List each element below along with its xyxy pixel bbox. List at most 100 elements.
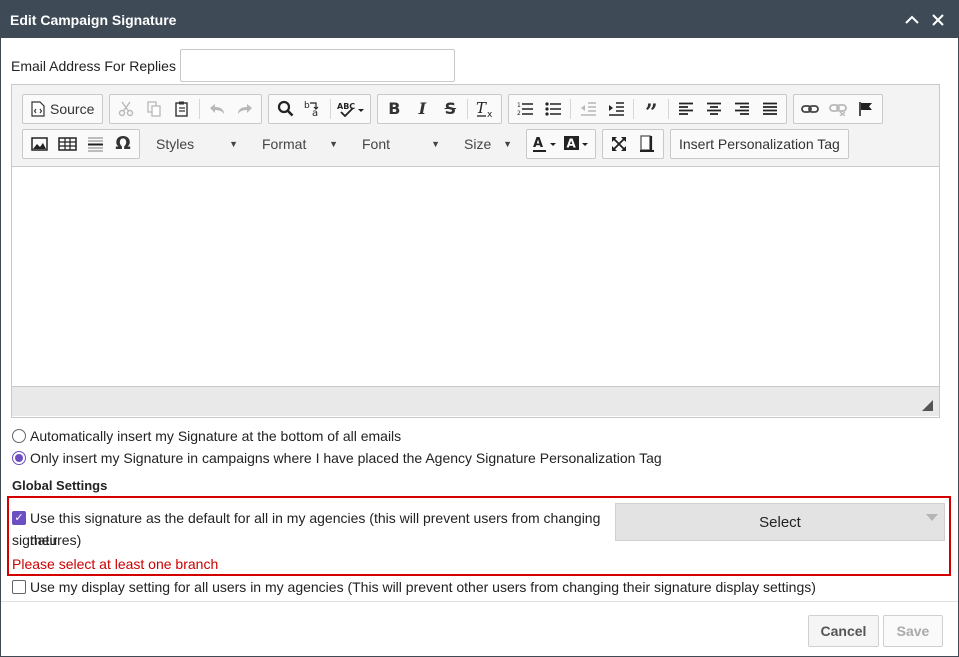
radio-only-insert[interactable]: Only insert my Signature in campaigns wh… — [12, 450, 662, 466]
svg-text:T: T — [476, 100, 487, 117]
copy-icon[interactable] — [140, 96, 168, 122]
svg-text:A: A — [567, 136, 577, 150]
branch-select[interactable]: Select — [615, 503, 945, 541]
radio-auto-insert[interactable]: Automatically insert my Signature at the… — [12, 428, 401, 444]
editor-content-area[interactable] — [12, 167, 939, 387]
dropdown-arrow-icon: ▼ — [431, 138, 440, 149]
svg-text:1: 1 — [517, 102, 521, 109]
strikethrough-icon[interactable]: S — [436, 96, 464, 122]
styles-combo[interactable]: Styles ▼ — [146, 128, 246, 159]
display-setting-row: Use my display setting for all users in … — [12, 576, 816, 598]
blockquote-icon[interactable]: ” — [637, 96, 665, 124]
size-combo[interactable]: Size ▼ — [454, 128, 520, 159]
chevron-up-icon[interactable] — [901, 9, 923, 31]
horizontal-line-icon[interactable] — [81, 131, 109, 157]
search-icon[interactable] — [271, 96, 299, 122]
find-group: ba ABC — [268, 93, 372, 124]
insert-personalization-tag-button[interactable]: Insert Personalization Tag — [673, 131, 846, 157]
indent-icon[interactable] — [602, 96, 630, 122]
toolbar-row-1: Source b a ABC B I S T x 1 2 ” — [22, 92, 929, 125]
default-signature-checkbox[interactable]: ✓ — [12, 511, 26, 525]
svg-text:2: 2 — [517, 110, 521, 117]
clipboard-group — [109, 93, 263, 124]
default-signature-label: Use this signature as the default for al… — [30, 507, 604, 551]
basic-style-group: B I S Tx — [377, 93, 503, 124]
align-right-icon[interactable] — [728, 96, 756, 122]
table-icon[interactable] — [53, 131, 81, 157]
save-button[interactable]: Save — [883, 615, 943, 647]
close-icon[interactable] — [927, 9, 949, 31]
unlink-icon[interactable] — [824, 96, 852, 122]
edit-signature-dialog: Edit Campaign Signature Email Address Fo… — [0, 0, 959, 657]
radio-only-insert-control[interactable] — [12, 451, 26, 465]
spellcheck-icon[interactable]: ABC — [334, 96, 368, 122]
default-signature-row: ✓ Use this signature as the default for … — [12, 507, 604, 551]
svg-text:a: a — [312, 108, 318, 118]
image-icon[interactable] — [25, 131, 53, 157]
dropdown-arrow-icon — [926, 514, 938, 521]
radio-auto-insert-control[interactable] — [12, 429, 26, 443]
toolbar-row-2: Ω Styles ▼ Format ▼ Font ▼ Size ▼ A A In… — [22, 127, 929, 160]
separator — [467, 98, 469, 119]
display-setting-label: Use my display setting for all users in … — [30, 579, 816, 595]
dropdown-arrow-icon: ▼ — [329, 138, 338, 149]
rich-text-editor: Source b a ABC B I S T x 1 2 ” Ω Styles … — [11, 84, 940, 418]
bulleted-list-icon[interactable] — [539, 96, 567, 122]
text-color-icon[interactable]: A — [529, 131, 561, 157]
cut-icon[interactable] — [112, 96, 140, 122]
global-settings-title: Global Settings — [12, 478, 108, 493]
default-signature-line2: signatures) — [12, 532, 82, 548]
clear-format-icon[interactable]: Tx — [471, 96, 499, 122]
dialog-title: Edit Campaign Signature — [10, 11, 177, 28]
justify-icon[interactable] — [756, 96, 784, 122]
show-blocks-icon[interactable] — [633, 131, 661, 157]
align-left-icon[interactable] — [672, 96, 700, 122]
maximize-icon[interactable] — [605, 131, 633, 157]
redo-icon[interactable] — [231, 96, 259, 122]
dialog-footer: Cancel Save — [1, 601, 958, 656]
undo-icon[interactable] — [203, 96, 231, 122]
background-color-icon[interactable]: A — [561, 131, 593, 157]
separator — [199, 98, 201, 119]
cancel-button[interactable]: Cancel — [808, 615, 879, 647]
dropdown-arrow-icon: ▼ — [503, 138, 512, 149]
personalization-group: Insert Personalization Tag — [670, 128, 849, 159]
branch-error-message: Please select at least one branch — [12, 556, 219, 572]
default-signature-line1: Use this signature as the default for al… — [30, 510, 601, 548]
default-signature-section: ✓ Use this signature as the default for … — [7, 496, 951, 576]
source-button[interactable]: Source — [25, 96, 100, 122]
separator — [633, 98, 635, 119]
source-icon — [31, 100, 45, 117]
align-center-icon[interactable] — [700, 96, 728, 122]
outdent-icon[interactable] — [574, 96, 602, 122]
paragraph-group: 12 ” — [508, 93, 788, 124]
email-row: Email Address For Replies — [11, 49, 455, 82]
format-combo[interactable]: Format ▼ — [252, 128, 346, 159]
separator — [668, 98, 670, 119]
display-setting-checkbox[interactable] — [12, 580, 26, 594]
omega-icon[interactable]: Ω — [109, 131, 137, 157]
font-label: Font — [362, 135, 391, 152]
email-label: Email Address For Replies — [11, 57, 176, 74]
font-combo[interactable]: Font ▼ — [352, 128, 448, 159]
size-label: Size — [464, 135, 492, 152]
link-icon[interactable] — [796, 96, 824, 122]
bold-icon[interactable]: B — [380, 96, 408, 122]
styles-label: Styles — [156, 135, 195, 152]
resize-grip-icon[interactable] — [922, 400, 933, 411]
numbered-list-icon[interactable]: 12 — [511, 96, 539, 122]
colors-group: A A — [526, 128, 596, 159]
svg-text:x: x — [487, 110, 493, 118]
italic-icon[interactable]: I — [408, 96, 436, 122]
separator — [570, 98, 572, 119]
dialog-titlebar: Edit Campaign Signature — [1, 1, 958, 38]
tools-group — [602, 128, 664, 159]
anchor-flag-icon[interactable] — [852, 96, 880, 122]
radio-auto-insert-label: Automatically insert my Signature at the… — [30, 428, 402, 444]
insert-group: Ω — [22, 128, 140, 159]
email-input[interactable] — [179, 49, 455, 82]
svg-text:A: A — [533, 136, 543, 151]
paste-icon[interactable] — [168, 96, 196, 122]
replace-icon[interactable]: ba — [299, 96, 327, 122]
source-group: Source — [22, 93, 104, 124]
